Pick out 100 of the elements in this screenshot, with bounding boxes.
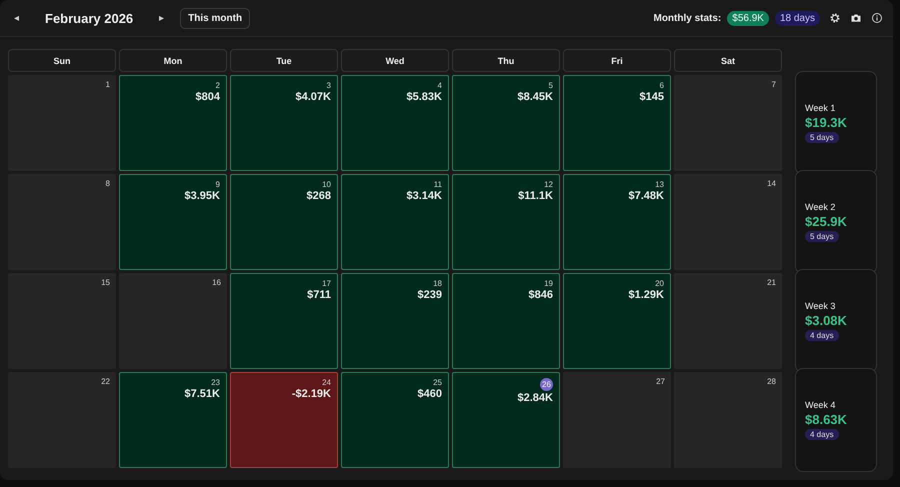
day-amount: $4.07K xyxy=(296,91,331,103)
day-amount: -$2.19K xyxy=(292,388,331,400)
days-badge: 18 days xyxy=(774,10,820,26)
weekday-header: Thu xyxy=(452,49,560,72)
date-number: 27 xyxy=(656,377,665,386)
day-cell[interactable]: 23 $7.51K xyxy=(119,372,227,468)
week-days-badge: 4 days xyxy=(805,429,839,440)
day-cell[interactable]: 5 $8.45K xyxy=(452,75,560,171)
date-number: 25 xyxy=(433,378,442,387)
date-number: 7 xyxy=(772,80,776,89)
day-cell[interactable]: 28 xyxy=(674,372,782,468)
day-cell[interactable]: 25 $460 xyxy=(341,372,449,468)
date-number: 21 xyxy=(767,278,776,287)
day-amount: $5.83K xyxy=(406,91,442,103)
day-cell[interactable]: 24 -$2.19K xyxy=(230,372,338,468)
day-cell[interactable]: 6 $145 xyxy=(563,75,671,171)
day-amount: $7.48K xyxy=(628,190,664,202)
day-amount: $2.84K xyxy=(518,392,553,404)
day-cell[interactable]: 15 xyxy=(8,273,116,369)
day-cell[interactable]: 16 xyxy=(119,273,227,369)
day-cell[interactable]: 26 $2.84K xyxy=(452,372,560,468)
weekday-header: Mon xyxy=(119,49,227,72)
day-cell[interactable]: 12 $11.1K xyxy=(452,174,560,270)
weekday-header: Sat xyxy=(674,49,782,72)
day-amount: $239 xyxy=(418,289,442,301)
this-month-button[interactable]: This month xyxy=(180,8,250,28)
day-cell[interactable]: 13 $7.48K xyxy=(563,174,671,270)
date-number: 18 xyxy=(433,279,442,288)
day-amount: $3.14K xyxy=(406,190,442,202)
date-number: 3 xyxy=(326,81,331,90)
date-number: 17 xyxy=(322,279,331,288)
previous-month-button[interactable]: ◂ xyxy=(8,12,25,24)
date-number: 6 xyxy=(660,81,664,90)
date-number: 19 xyxy=(544,279,553,288)
week-label: Week 1 xyxy=(805,103,836,113)
date-number: 5 xyxy=(548,81,553,90)
day-cell[interactable]: 4 $5.83K xyxy=(341,75,449,171)
weekday-header: Wed xyxy=(341,49,449,72)
day-amount: $804 xyxy=(196,91,220,103)
settings-icon[interactable] xyxy=(829,12,841,24)
day-cell[interactable]: 18 $239 xyxy=(341,273,449,369)
day-amount: $460 xyxy=(418,388,442,400)
day-cell[interactable]: 14 xyxy=(674,174,782,270)
month-title: February 2026 xyxy=(45,10,134,26)
day-cell[interactable]: 17 $711 xyxy=(230,273,338,369)
day-cell[interactable]: 1 xyxy=(8,75,116,171)
day-cell[interactable]: 3 $4.07K xyxy=(230,75,338,171)
date-number: 23 xyxy=(211,378,220,387)
day-amount: $145 xyxy=(640,91,664,103)
info-icon[interactable] xyxy=(871,12,883,24)
date-number: 9 xyxy=(216,180,220,189)
date-number: 14 xyxy=(767,179,776,188)
week-days-badge: 4 days xyxy=(805,330,839,341)
weekday-header: Fri xyxy=(563,49,671,72)
date-number: 1 xyxy=(106,80,110,89)
date-number: 8 xyxy=(106,179,110,188)
week-total: $3.08K xyxy=(805,313,847,328)
date-number: 24 xyxy=(322,378,331,387)
date-number: 22 xyxy=(101,377,110,386)
date-number: 2 xyxy=(216,81,220,90)
day-cell[interactable]: 9 $3.95K xyxy=(119,174,227,270)
date-number: 26 xyxy=(540,378,553,391)
week-total: $8.63K xyxy=(805,412,847,427)
date-number: 15 xyxy=(101,278,110,287)
date-number: 13 xyxy=(655,180,664,189)
week-label: Week 4 xyxy=(805,400,836,410)
week-label: Week 3 xyxy=(805,301,836,311)
day-cell[interactable]: 2 $804 xyxy=(119,75,227,171)
day-cell[interactable]: 20 $1.29K xyxy=(563,273,671,369)
week-total: $25.9K xyxy=(805,214,847,229)
stats-label: Monthly stats: xyxy=(653,12,722,24)
date-number: 4 xyxy=(438,81,442,90)
week-total: $19.3K xyxy=(805,115,847,130)
day-amount: $3.95K xyxy=(184,190,220,202)
date-number: 10 xyxy=(322,180,331,189)
date-number: 11 xyxy=(434,180,442,189)
day-amount: $8.45K xyxy=(518,91,553,103)
day-amount: $7.51K xyxy=(184,388,220,400)
day-cell[interactable]: 19 $846 xyxy=(452,273,560,369)
date-number: 20 xyxy=(655,279,664,288)
week-days-badge: 5 days xyxy=(805,132,839,143)
day-amount: $1.29K xyxy=(628,289,664,301)
day-cell[interactable]: 7 xyxy=(674,75,782,171)
day-cell[interactable]: 8 xyxy=(8,174,116,270)
weekday-header: Tue xyxy=(230,49,338,72)
weekday-header: Sun xyxy=(8,49,116,72)
week-days-badge: 5 days xyxy=(805,231,839,242)
week-label: Week 2 xyxy=(805,202,836,212)
day-cell[interactable]: 11 $3.14K xyxy=(341,174,449,270)
day-cell[interactable]: 22 xyxy=(8,372,116,468)
next-month-button[interactable]: ▸ xyxy=(153,12,170,24)
total-badge: $56.9K xyxy=(727,10,769,26)
camera-icon[interactable] xyxy=(850,12,862,24)
day-cell[interactable]: 10 $268 xyxy=(230,174,338,270)
day-cell[interactable]: 27 xyxy=(563,372,671,468)
day-amount: $268 xyxy=(306,190,331,202)
day-cell[interactable]: 21 xyxy=(674,273,782,369)
date-number: 28 xyxy=(767,377,776,386)
date-number: 16 xyxy=(212,278,221,287)
day-amount: $846 xyxy=(528,289,553,301)
